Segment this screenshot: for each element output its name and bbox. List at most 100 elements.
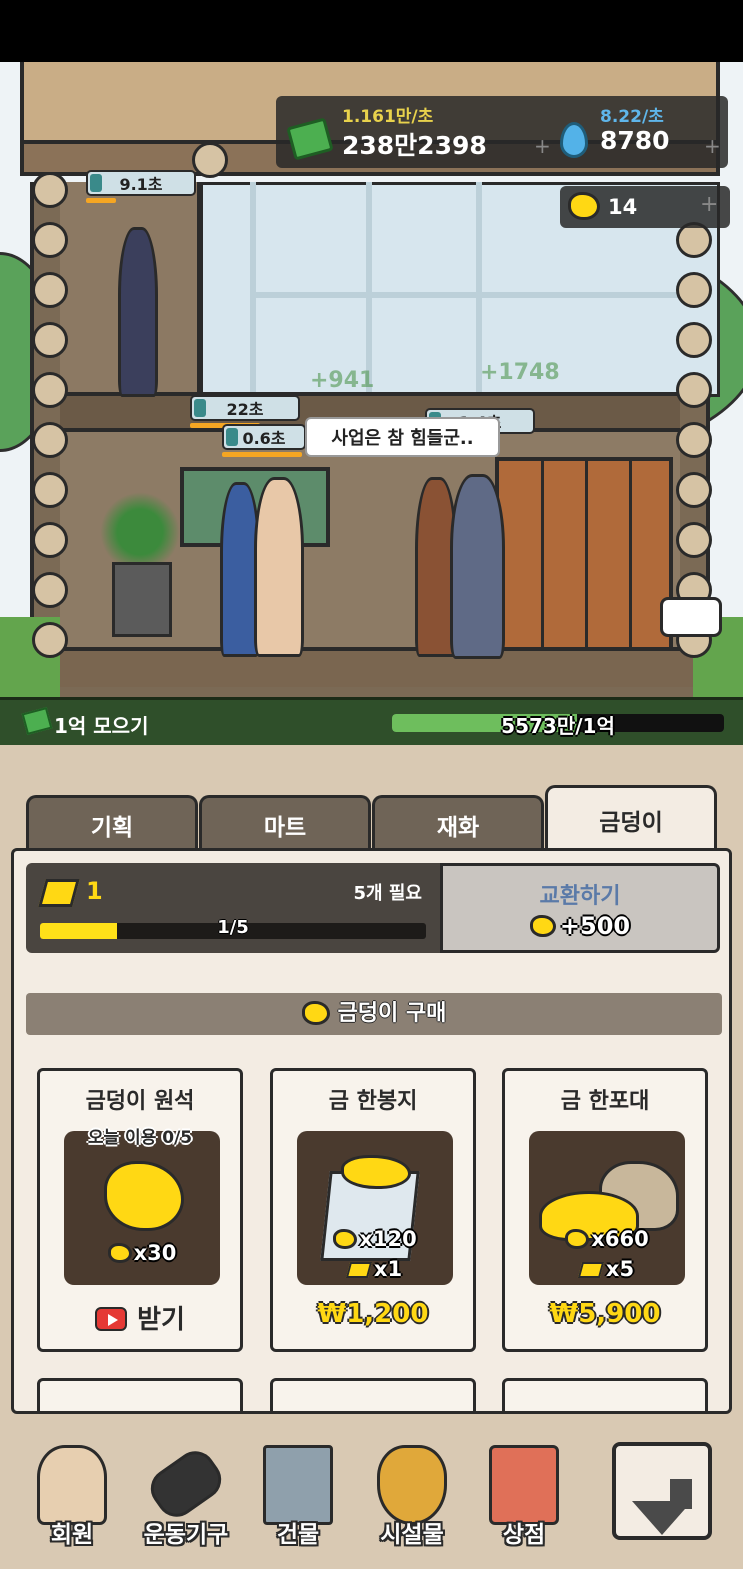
gold-nugget-icon bbox=[529, 915, 556, 937]
gold-sack-image: x660 x5 bbox=[529, 1131, 685, 1285]
exchange-progress-text: 1/5 bbox=[217, 917, 249, 938]
shop-card-next[interactable] bbox=[270, 1378, 476, 1411]
character-dark-figure[interactable] bbox=[118, 227, 158, 397]
watch-ad-button[interactable]: 받기 bbox=[40, 1299, 240, 1336]
gold-bag-image: x120 x1 bbox=[297, 1131, 453, 1285]
log-end bbox=[32, 522, 68, 558]
log-end bbox=[676, 272, 712, 308]
video-ad-icon bbox=[95, 1307, 128, 1331]
price-button[interactable]: ₩1,200 bbox=[273, 1299, 473, 1329]
dumbbell-icon bbox=[142, 1443, 230, 1525]
speech-bubble: 사업은 참 힘들군.. bbox=[305, 417, 500, 457]
game-scene[interactable]: 9.1초 22초 0.6초 1.4초 +941 +1748 사업은 참 힘들군.… bbox=[0, 62, 743, 697]
log-end bbox=[676, 472, 712, 508]
required-count: 5개 필요 bbox=[353, 883, 422, 904]
bottom-panel: 기획 마트 재화 금덩이 1 5개 필요 1/5 교환하기 +500 금덩이 구… bbox=[0, 745, 743, 1569]
log-end bbox=[676, 422, 712, 458]
log-end bbox=[676, 322, 712, 358]
shop-card-next[interactable] bbox=[37, 1378, 243, 1411]
gold-panel: 14 + bbox=[560, 186, 730, 228]
goal-bar: 1억 모으기 5573만/1억 bbox=[0, 697, 743, 745]
nav-label: 상점 bbox=[502, 1522, 546, 1548]
character-pigeon[interactable] bbox=[450, 474, 505, 659]
card-title: 금덩이 원석 bbox=[85, 1089, 195, 1114]
shop-card-raw-gold[interactable]: 금덩이 원석 오늘 이용 0/5 x30 받기 bbox=[37, 1068, 243, 1352]
shop-card-gold-sack[interactable]: 금 한포대 x660 x5 ₩5,900 bbox=[502, 1068, 708, 1352]
status-bar bbox=[0, 0, 743, 62]
camera-icon[interactable] bbox=[660, 597, 722, 637]
card-title: 금 한봉지 bbox=[328, 1089, 418, 1114]
production-timer: 0.6초 bbox=[222, 424, 306, 450]
timer-progress bbox=[222, 452, 302, 457]
tab-mart[interactable]: 마트 bbox=[199, 795, 371, 851]
gold-nugget-icon bbox=[107, 1243, 132, 1263]
log-end bbox=[32, 622, 68, 658]
plant-pot bbox=[112, 562, 172, 637]
gold-nugget-icon bbox=[568, 192, 600, 220]
log-end bbox=[32, 372, 68, 408]
water-rate: 8.22/초 bbox=[600, 107, 664, 127]
cash-rate: 1.161만/초 bbox=[342, 107, 434, 127]
exchange-button[interactable]: 교환하기 +500 bbox=[440, 863, 720, 953]
muscle-man-icon bbox=[37, 1445, 107, 1525]
water-amount: 8780 bbox=[600, 126, 670, 155]
character-bald-man[interactable] bbox=[254, 477, 304, 657]
raw-gold-image: x30 bbox=[64, 1131, 220, 1285]
log-end bbox=[676, 522, 712, 558]
gold-bar-icon bbox=[345, 1262, 373, 1278]
tab-currency[interactable]: 재화 bbox=[372, 795, 544, 851]
reward-bar: x1 bbox=[297, 1257, 453, 1281]
nav-shop[interactable]: 상점 bbox=[474, 1445, 574, 1555]
reward-gold: x120 bbox=[297, 1227, 453, 1251]
nav-members[interactable]: 회원 bbox=[22, 1445, 122, 1555]
gold-bar-count: 1 bbox=[86, 877, 103, 905]
shop-card-gold-bag[interactable]: 금 한봉지 x120 x1 ₩1,200 bbox=[270, 1068, 476, 1352]
exchange-button-label: 교환하기 bbox=[539, 884, 621, 909]
gold-nugget-icon bbox=[301, 1001, 330, 1025]
timer-progress bbox=[86, 198, 116, 203]
gold-tab-content: 1 5개 필요 1/5 교환하기 +500 금덩이 구매 금덩이 원석 오늘 이… bbox=[11, 848, 732, 1414]
log-end bbox=[32, 172, 68, 208]
nav-equipment[interactable]: 운동기구 bbox=[136, 1443, 236, 1555]
tab-gold[interactable]: 금덩이 bbox=[545, 785, 717, 851]
nav-facilities[interactable]: 시설물 bbox=[362, 1445, 462, 1555]
cash-amount: 238만2398 bbox=[342, 131, 487, 160]
trophy-icon bbox=[377, 1445, 447, 1525]
add-cash-button[interactable]: + bbox=[534, 134, 551, 158]
ground-floor bbox=[50, 647, 700, 687]
log-end bbox=[32, 472, 68, 508]
price-button[interactable]: ₩5,900 bbox=[505, 1299, 705, 1329]
potted-plant bbox=[100, 492, 180, 572]
gold-nugget-icon bbox=[104, 1161, 184, 1231]
collapse-panel-button[interactable] bbox=[612, 1442, 712, 1540]
log-end bbox=[32, 222, 68, 258]
cash-icon bbox=[21, 707, 53, 735]
log-end bbox=[192, 142, 228, 178]
log-end bbox=[32, 572, 68, 608]
income-float-text: +1748 bbox=[480, 360, 560, 385]
reward-gold: x660 bbox=[529, 1227, 685, 1251]
gold-nugget-icon bbox=[333, 1229, 358, 1249]
nav-building[interactable]: 건물 bbox=[248, 1445, 348, 1555]
gold-bar-icon bbox=[38, 879, 80, 907]
reward-bar: x5 bbox=[529, 1257, 685, 1281]
gold-nugget-icon bbox=[341, 1155, 411, 1189]
reward-gold: x30 bbox=[64, 1241, 220, 1265]
daily-limit: 오늘 이용 0/5 bbox=[87, 1128, 193, 1148]
storage-door bbox=[495, 457, 673, 652]
section-header: 금덩이 구매 bbox=[26, 993, 722, 1035]
card-title: 금 한포대 bbox=[560, 1089, 650, 1114]
gold-bar-progress-panel: 1 5개 필요 1/5 bbox=[26, 863, 440, 953]
currency-panel: 1.161만/초 238만2398 + 8.22/초 8780 + bbox=[276, 96, 728, 168]
gold-nugget-icon bbox=[565, 1229, 590, 1249]
add-gold-button[interactable]: + bbox=[700, 192, 718, 217]
add-water-button[interactable]: + bbox=[704, 134, 721, 158]
log-end bbox=[32, 272, 68, 308]
log-end bbox=[676, 372, 712, 408]
goal-label: 1억 모으기 bbox=[54, 714, 149, 738]
water-drop-icon bbox=[560, 122, 588, 158]
shop-card-next[interactable] bbox=[502, 1378, 708, 1411]
goal-progress-text: 5573만/1억 bbox=[501, 714, 615, 738]
income-float-text: +941 bbox=[310, 368, 375, 393]
tab-planning[interactable]: 기획 bbox=[26, 795, 198, 851]
